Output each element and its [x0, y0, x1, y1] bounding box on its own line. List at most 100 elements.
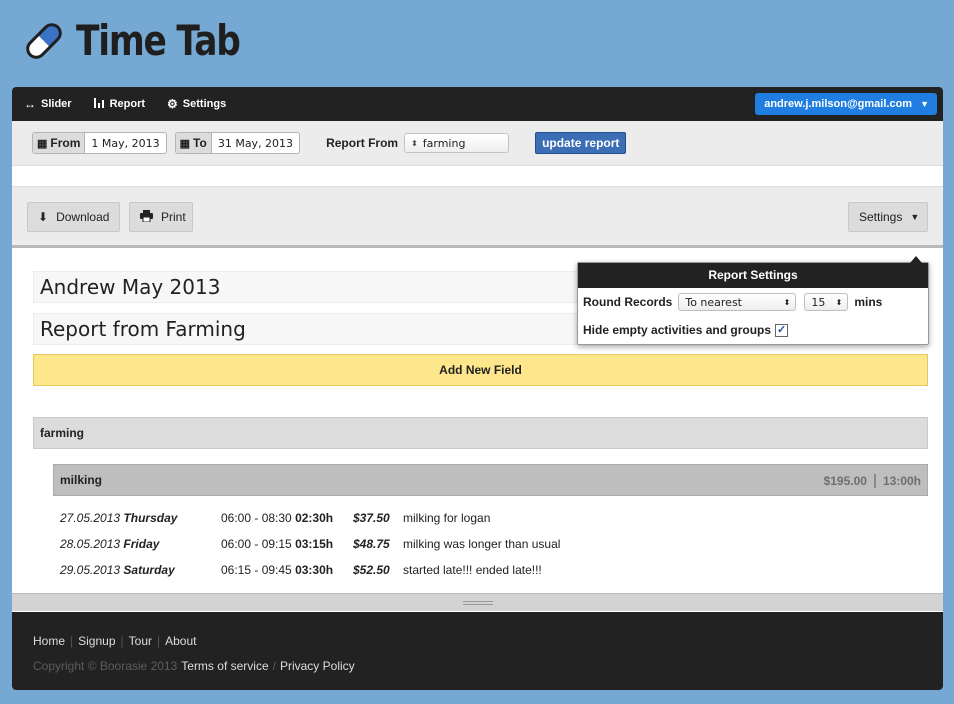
hide-empty-label: Hide empty activities and groups [583, 323, 772, 337]
select-arrows-icon: ⬍ [783, 297, 791, 307]
brand-logo[interactable]: Time Tab [20, 16, 276, 66]
entry-date-value: 29.05.2013 [60, 563, 121, 577]
entry-duration: 03:15h [295, 537, 334, 551]
entry-note: milking was longer than usual [403, 537, 561, 551]
activity-totals: $195.00 13:00h [824, 474, 921, 488]
round-records-row: Round Records To nearest ⬍ 15 ⬍ mins [578, 288, 928, 316]
hide-empty-row: Hide empty activities and groups ✓ [578, 316, 928, 344]
account-menu-button[interactable]: andrew.j.milson@gmail.com ▼ [755, 93, 937, 115]
rounding-mode-select[interactable]: To nearest ⬍ [678, 293, 797, 311]
to-label: To [193, 136, 207, 150]
divider: / [272, 659, 276, 673]
print-label: Print [161, 210, 186, 224]
nav-item-settings[interactable]: ⚙ Settings [167, 97, 226, 111]
account-email: andrew.j.milson@gmail.com [764, 98, 913, 110]
time-entry-row[interactable]: 29.05.2013 Saturday 06:15 - 09:45 03:30h… [60, 561, 760, 579]
download-label: Download [56, 210, 110, 224]
to-label-wrap: ▦ To [175, 133, 212, 153]
entry-day: Friday [123, 537, 160, 551]
report-from-select[interactable]: ⬍ farming [404, 133, 510, 153]
rounding-minutes-select[interactable]: 15 ⬍ [804, 293, 849, 311]
update-report-button[interactable]: update report [535, 132, 627, 154]
to-date-picker[interactable]: ▦ To 31 May, 2013 [174, 132, 301, 154]
footer-links: Home | Signup | Tour | About [33, 634, 943, 648]
footer-link-home[interactable]: Home [33, 634, 65, 648]
pill-icon [20, 17, 68, 65]
brand-name: Time Tab [76, 16, 241, 65]
divider: | [156, 634, 161, 648]
add-new-field-button[interactable]: Add New Field [33, 354, 928, 386]
select-arrows-icon: ⬍ [411, 138, 418, 148]
privacy-link[interactable]: Privacy Policy [280, 659, 355, 673]
report-toolbar: ⬇ Download Print Settings ▼ [12, 186, 943, 248]
grip-icon [462, 600, 493, 605]
top-nav: ↔ Slider Report ⚙ Settings andrew.j.mils… [12, 87, 943, 121]
entry-time-range: 06:15 - 09:45 [221, 563, 292, 577]
settings-label: Settings [859, 210, 903, 224]
bar-chart-icon [93, 97, 105, 111]
entry-note: milking for logan [403, 511, 491, 525]
download-icon: ⬇ [38, 210, 49, 224]
entry-amount: $48.75 [353, 537, 390, 551]
entry-time: 06:00 - 08:30 02:30h [221, 511, 353, 525]
from-label: From [50, 136, 81, 150]
footer-link-tour[interactable]: Tour [129, 634, 152, 648]
time-entry-row[interactable]: 28.05.2013 Friday 06:00 - 09:15 03:15h $… [60, 535, 760, 553]
copyright-text: Copyright © Boorasie 2013 [33, 659, 178, 673]
entry-day: Thursday [123, 511, 178, 525]
print-button[interactable]: Print [129, 202, 193, 232]
nav-item-slider[interactable]: ↔ Slider [24, 97, 72, 111]
settings-dropdown-button[interactable]: Settings ▼ [848, 202, 928, 232]
arrows-horizontal-icon: ↔ [24, 97, 36, 111]
time-entry-row[interactable]: 27.05.2013 Thursday 06:00 - 08:30 02:30h… [60, 509, 760, 527]
footer: Home | Signup | Tour | About Copyright ©… [12, 612, 943, 690]
nav-item-report[interactable]: Report [93, 97, 146, 111]
from-date-input[interactable]: 1 May, 2013 [85, 133, 165, 153]
entry-time-range: 06:00 - 09:15 [221, 537, 292, 551]
entry-amount: $52.50 [353, 563, 390, 577]
rounding-mode-value: To nearest [685, 295, 742, 309]
from-label-wrap: ▦ From [33, 133, 86, 153]
entry-date: 27.05.2013 Thursday [60, 511, 221, 525]
entry-time: 06:15 - 09:45 03:30h [221, 563, 353, 577]
hide-empty-checkbox[interactable]: ✓ [775, 323, 789, 337]
filter-bar: ▦ From 1 May, 2013 ▦ To 31 May, 2013 Rep… [12, 121, 943, 166]
entry-duration: 02:30h [295, 511, 334, 525]
chevron-down-icon: ▼ [920, 99, 929, 109]
nav-item-label: Report [109, 98, 146, 110]
checkmark-icon: ✓ [776, 323, 787, 336]
calendar-icon: ▦ [37, 137, 48, 150]
entry-note: started late!!! ended late!!! [403, 563, 542, 577]
select-arrows-icon: ⬍ [835, 297, 843, 307]
footer-link-signup[interactable]: Signup [78, 634, 115, 648]
to-date-input[interactable]: 31 May, 2013 [212, 133, 299, 153]
terms-link[interactable]: Terms of service [181, 659, 268, 673]
divider [873, 474, 876, 488]
activity-header[interactable]: milking $195.00 13:00h [53, 464, 928, 496]
entry-time: 06:00 - 09:15 03:15h [221, 537, 353, 551]
entry-date: 28.05.2013 Friday [60, 537, 221, 551]
entry-time-range: 06:00 - 08:30 [221, 511, 292, 525]
resize-handle[interactable] [12, 593, 943, 611]
divider: | [70, 634, 74, 648]
entry-date-value: 27.05.2013 [60, 511, 121, 525]
entry-duration: 03:30h [295, 563, 334, 577]
calendar-icon: ▦ [179, 137, 191, 150]
activity-total-time: 13:00h [882, 474, 921, 488]
printer-icon [140, 209, 153, 225]
gear-icon: ⚙ [167, 97, 178, 111]
activity-name: milking [60, 473, 103, 487]
entry-date-value: 28.05.2013 [60, 537, 121, 551]
activity-total-amount: $195.00 [823, 474, 867, 488]
from-date-picker[interactable]: ▦ From 1 May, 2013 [32, 132, 167, 154]
download-button[interactable]: ⬇ Download [27, 202, 120, 232]
report-from-label: Report From [326, 136, 399, 150]
group-header[interactable]: farming [33, 417, 928, 449]
divider: | [120, 634, 124, 648]
footer-link-about[interactable]: About [165, 634, 196, 648]
report-settings-title: Report Settings [578, 263, 928, 288]
report-from-value: farming [422, 136, 466, 150]
caret-down-icon: ▼ [910, 212, 920, 222]
entry-day: Saturday [123, 563, 175, 577]
nav-item-label: Slider [41, 98, 72, 110]
